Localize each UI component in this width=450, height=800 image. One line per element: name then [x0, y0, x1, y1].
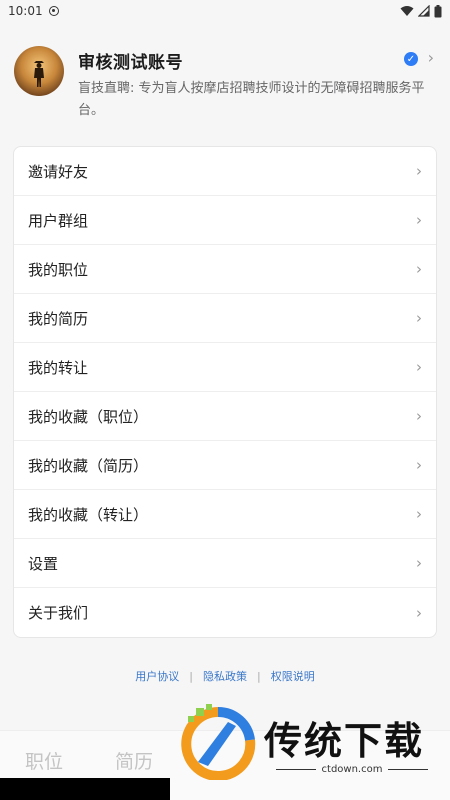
notification-icon: [48, 6, 59, 16]
footer-links: 用户协议 | 隐私政策 | 权限说明: [0, 668, 450, 684]
wifi-icon: [400, 6, 414, 16]
verified-icon: ✓: [404, 52, 418, 66]
permissions-link[interactable]: 权限说明: [271, 668, 315, 684]
menu-item-my-jobs[interactable]: 我的职位 ›: [14, 245, 436, 294]
profile-name: 审核测试账号: [78, 53, 183, 73]
menu-item-invite-friends[interactable]: 邀请好友 ›: [14, 147, 436, 196]
chevron-right-icon: ›: [416, 456, 422, 474]
avatar[interactable]: [14, 46, 64, 96]
battery-icon: [434, 4, 442, 17]
chevron-right-icon: ›: [416, 554, 422, 572]
tab-jobs[interactable]: 职位: [25, 747, 63, 774]
menu-item-label: 我的简历: [28, 309, 89, 328]
chevron-right-icon: ›: [427, 48, 434, 67]
navigation-bar: [0, 778, 170, 800]
privacy-policy-link[interactable]: 隐私政策: [203, 668, 247, 684]
avatar-figure-icon: [34, 61, 44, 87]
chevron-right-icon: ›: [416, 309, 422, 327]
chevron-right-icon: ›: [416, 162, 422, 180]
status-time: 10:01: [8, 4, 43, 18]
chevron-right-icon: ›: [416, 358, 422, 376]
menu-item-user-groups[interactable]: 用户群组 ›: [14, 196, 436, 245]
menu-item-label: 设置: [28, 554, 59, 573]
chevron-right-icon: ›: [416, 407, 422, 425]
menu-item-settings[interactable]: 设置 ›: [14, 539, 436, 588]
menu-item-favorites-jobs[interactable]: 我的收藏（职位） ›: [14, 392, 436, 441]
watermark: 传统下载 ctdown.com: [176, 704, 450, 784]
menu-item-label: 我的收藏（职位）: [28, 407, 149, 426]
profile-header[interactable]: 审核测试账号 ✓ › 盲技直聘: 专为盲人按摩店招聘技师设计的无障碍招聘服务平台…: [14, 44, 434, 124]
menu-item-label: 我的职位: [28, 260, 89, 279]
menu-item-my-resume[interactable]: 我的简历 ›: [14, 294, 436, 343]
status-left: 10:01: [8, 4, 59, 18]
footer-separator: |: [257, 669, 261, 683]
status-bar: 10:01: [0, 0, 450, 22]
menu-item-label: 我的收藏（简历）: [28, 456, 149, 475]
signal-icon: [418, 5, 430, 17]
chevron-right-icon: ›: [416, 505, 422, 523]
menu-item-favorites-resumes[interactable]: 我的收藏（简历） ›: [14, 441, 436, 490]
chevron-right-icon: ›: [416, 260, 422, 278]
menu-item-label: 关于我们: [28, 604, 89, 622]
chevron-right-icon: ›: [416, 603, 422, 622]
menu-item-my-transfers[interactable]: 我的转让 ›: [14, 343, 436, 392]
menu-item-label: 邀请好友: [28, 162, 89, 181]
chevron-right-icon: ›: [416, 211, 422, 229]
footer-separator: |: [189, 669, 193, 683]
tab-resumes[interactable]: 简历: [115, 747, 153, 774]
menu-item-about-us[interactable]: 关于我们 ›: [14, 588, 436, 637]
watermark-url: ctdown.com: [264, 764, 440, 775]
menu-item-label: 用户群组: [28, 211, 89, 230]
watermark-text: 传统下载: [264, 719, 425, 763]
menu-item-label: 我的转让: [28, 358, 89, 377]
menu-item-favorites-transfers[interactable]: 我的收藏（转让） ›: [14, 490, 436, 539]
user-agreement-link[interactable]: 用户协议: [135, 668, 179, 684]
menu-card: 邀请好友 › 用户群组 › 我的职位 › 我的简历 › 我的转让 › 我的收藏（…: [13, 146, 437, 638]
menu-item-label: 我的收藏（转让）: [28, 505, 149, 524]
watermark-logo-icon: [181, 704, 256, 780]
status-right: [400, 4, 442, 18]
profile-description: 盲技直聘: 专为盲人按摩店招聘技师设计的无障碍招聘服务平台。: [78, 81, 425, 118]
